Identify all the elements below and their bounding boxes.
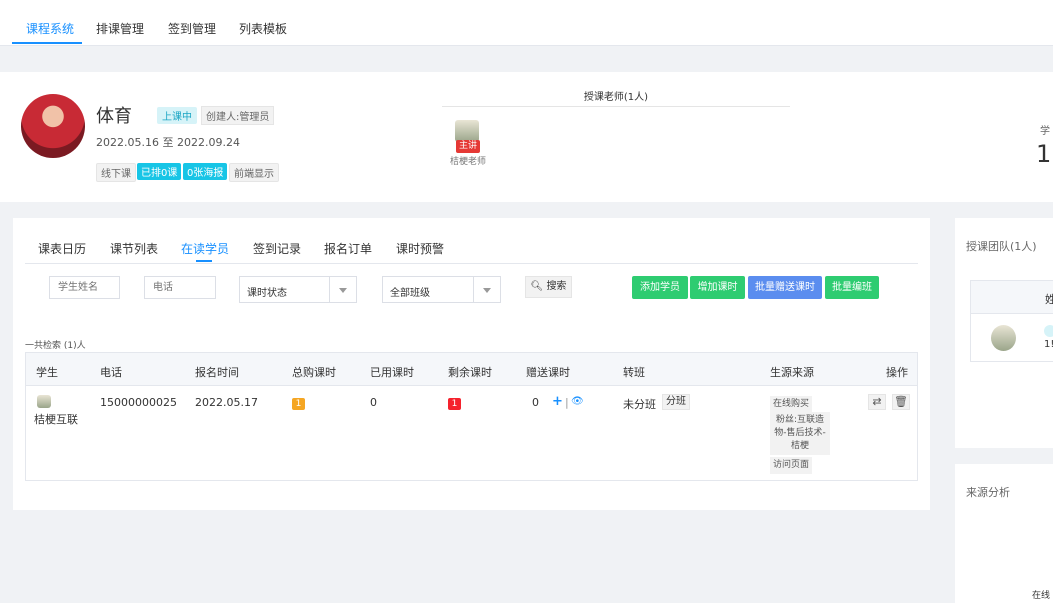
stat-label: 学 [1040, 126, 1050, 137]
subtab-hour-alerts[interactable]: 课时预警 [396, 240, 444, 257]
source-chart-label: 在线 [1032, 591, 1051, 601]
team-member-badge [1044, 325, 1053, 337]
teacher-role-badge: 主讲 [456, 140, 480, 153]
course-dates: 2022.05.16 至 2022.09.24 [96, 136, 240, 149]
hour-status-select[interactable]: 课时状态 [239, 276, 357, 303]
chevron-down-icon [483, 288, 491, 293]
stat-value: 1 [1036, 140, 1052, 168]
th-gift-hours: 赠送课时 [526, 366, 570, 379]
th-remaining-hours: 剩余课时 [448, 366, 492, 379]
class-select[interactable]: 全部班级 [382, 276, 501, 303]
th-source: 生源来源 [770, 366, 814, 379]
course-card: 体育 上课中 创建人:管理员 2022.05.16 至 2022.09.24 线… [0, 72, 1053, 202]
nav-active-indicator [12, 42, 82, 44]
th-student: 学生 [36, 366, 58, 379]
students-panel: 课表日历 课节列表 在读学员 签到记录 报名订单 课时预警 课时状态 全部班级 … [13, 218, 930, 510]
class-select-value: 全部班级 [390, 288, 430, 299]
student-name-input[interactable] [49, 276, 120, 299]
teacher-divider [442, 106, 790, 107]
tag-frontend-display: 前端显示 [229, 163, 279, 182]
nav-tab-attendance[interactable]: 签到管理 [168, 20, 216, 37]
th-phone: 电话 [100, 366, 122, 379]
tag-scheduled: 已排0课 [137, 163, 182, 180]
search-button-label: 搜索 [546, 281, 567, 292]
team-col-header: 姓 [1045, 293, 1053, 306]
nav-tab-scheduling[interactable]: 排课管理 [96, 20, 144, 37]
creator-badge: 创建人:管理员 [201, 106, 275, 125]
th-transfer-class: 转班 [623, 366, 645, 379]
teacher-name: 桔梗老师 [450, 157, 486, 167]
table-header: 学生 电话 报名时间 总购课时 已用课时 剩余课时 赠送课时 转班 生源来源 操… [26, 353, 917, 386]
student-phone: 15000000025 [100, 396, 177, 409]
trash-icon[interactable]: 🗑︎ [892, 394, 910, 410]
search-button[interactable]: 🔍︎ 搜索 [525, 276, 572, 298]
student-avatar [37, 395, 51, 408]
class-status: 未分班 [623, 398, 656, 411]
subtab-calendar[interactable]: 课表日历 [38, 240, 86, 257]
team-member-value: 1! [1044, 339, 1053, 350]
subtab-orders[interactable]: 报名订单 [324, 240, 372, 257]
source-tag-fan: 粉丝:互联造物-售后技术-桔梗 [770, 412, 830, 455]
subtab-active-indicator [196, 260, 212, 262]
subtab-enrolled-students[interactable]: 在读学员 [181, 240, 229, 257]
result-count: 一共检索 (1)人 [25, 341, 86, 351]
course-title: 体育 [96, 106, 132, 127]
students-table: 学生 电话 报名时间 总购课时 已用课时 剩余课时 赠送课时 转班 生源来源 操… [25, 352, 918, 481]
team-member-avatar [991, 325, 1016, 351]
nav-tab-course-system[interactable]: 课程系统 [26, 20, 74, 37]
subtab-attendance-records[interactable]: 签到记录 [253, 240, 301, 257]
th-actions: 操作 [886, 366, 908, 379]
assign-class-button[interactable]: 分班 [662, 394, 690, 410]
batch-assign-class-button[interactable]: 批量编班 [825, 276, 879, 299]
plus-icon[interactable]: + [552, 394, 563, 409]
used-hours: 0 [370, 396, 377, 409]
th-signup-date: 报名时间 [195, 366, 239, 379]
remaining-hours-badge: 1 [448, 398, 461, 410]
teaching-team-title: 授课团队(1人) [966, 240, 1037, 253]
add-student-button[interactable]: 添加学员 [632, 276, 688, 299]
hour-status-value: 课时状态 [247, 288, 287, 299]
th-used-hours: 已用课时 [370, 366, 414, 379]
source-analysis-title: 来源分析 [966, 486, 1010, 499]
transfer-icon[interactable]: ⇄ [868, 394, 886, 410]
add-hours-button[interactable]: 增加课时 [690, 276, 745, 299]
tag-posters: 0张海报 [183, 163, 228, 180]
teaching-team-panel: 授课团队(1人) 姓 1! [955, 218, 1053, 448]
search-icon: 🔍︎ [530, 281, 544, 292]
eye-icon[interactable]: 👁︎ [571, 396, 584, 407]
source-tag-visit: 访问页面 [770, 457, 813, 474]
subtab-lesson-list[interactable]: 课节列表 [110, 240, 158, 257]
total-hours-badge: 1 [292, 398, 305, 410]
tag-offline: 线下课 [96, 163, 136, 182]
nav-tab-list-template[interactable]: 列表模板 [239, 20, 287, 37]
batch-gift-hours-button[interactable]: 批量赠送课时 [748, 276, 822, 299]
course-avatar [21, 94, 85, 158]
signup-date: 2022.05.17 [195, 396, 258, 409]
source-tag-purchase: 在线购买 [770, 396, 813, 413]
status-badge: 上课中 [157, 107, 197, 124]
student-name[interactable]: 桔梗互联 [34, 411, 78, 427]
top-nav: 课程系统 排课管理 签到管理 列表模板 [0, 0, 1053, 46]
team-table: 姓 1! [970, 280, 1053, 362]
source-analysis-panel: 来源分析 在线 [955, 464, 1053, 603]
subtab-divider [25, 263, 918, 264]
teacher-avatar[interactable] [455, 120, 479, 142]
phone-input[interactable] [144, 276, 216, 299]
gift-hours: 0 [532, 396, 539, 409]
th-total-hours: 总购课时 [292, 366, 336, 379]
teacher-header: 授课老师(1人) [583, 92, 649, 103]
chevron-down-icon [339, 288, 347, 293]
